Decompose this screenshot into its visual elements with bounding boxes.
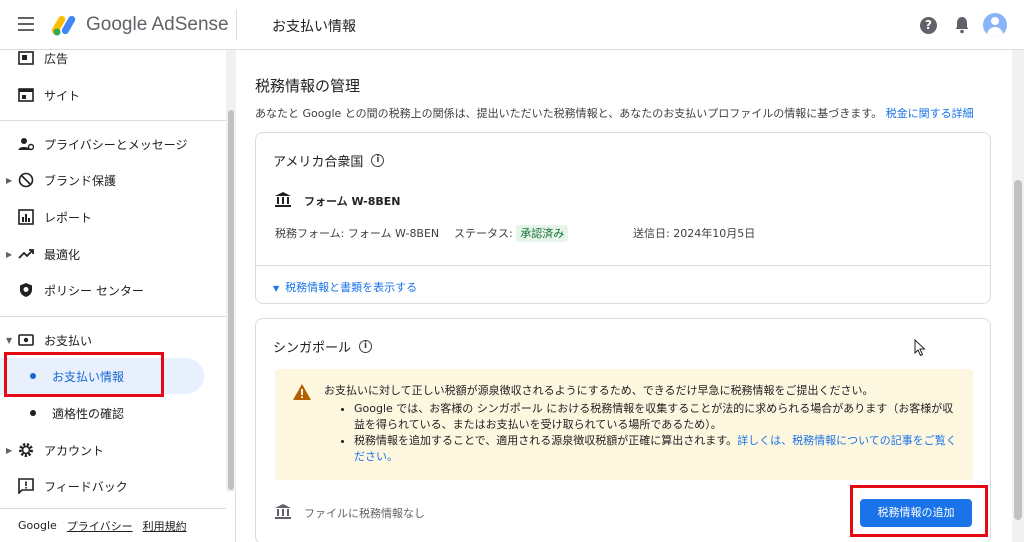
sent-date: 送信日: 2024年10月5日 — [633, 227, 756, 240]
tax-form-label: 税務フォーム: フォーム W-8BEN — [275, 227, 440, 240]
bullet-dot-icon — [30, 410, 36, 416]
policy-icon — [20, 283, 32, 297]
header-divider — [236, 10, 237, 40]
show-tax-docs-label: 税務情報と書類を表示する — [285, 281, 418, 294]
help-icon[interactable]: ? — [920, 17, 937, 34]
app-title[interactable]: Google AdSense — [86, 14, 229, 36]
site-icon — [18, 88, 34, 102]
status-field: ステータス: 承認済み — [454, 225, 569, 242]
sidebar-item-label: フィードバック — [44, 479, 128, 494]
status-badge: 承認済み — [516, 225, 569, 242]
section-description: あなたと Google との間の税務上の関係は、提出いただいた税務情報と、あなた… — [255, 105, 974, 121]
sidebar-item-label: サイト — [44, 88, 81, 103]
privacy-icon — [18, 138, 34, 151]
account-avatar[interactable] — [983, 13, 1007, 37]
sidebar-divider — [0, 316, 226, 317]
adsense-logo-icon — [52, 15, 76, 36]
sidebar-item-account[interactable]: ▶ アカウント — [0, 432, 226, 468]
caret-right-icon[interactable]: ▶ — [6, 176, 12, 185]
sidebar-item-optimization[interactable]: ▶ 最適化 — [0, 236, 226, 272]
sidebar-item-feedback[interactable]: フィードバック — [0, 468, 226, 504]
show-tax-docs-link[interactable]: ▼ 税務情報と書類を表示する — [273, 279, 417, 295]
sidebar-item-label: 広告 — [44, 51, 69, 66]
main-scrollbar-thumb[interactable] — [1014, 180, 1022, 520]
caret-right-icon[interactable]: ▶ — [6, 446, 12, 455]
sidebar-item-label: 適格性の確認 — [52, 406, 125, 421]
warning-icon — [293, 384, 311, 400]
highlight-box-add-button — [850, 485, 988, 537]
notifications-icon[interactable] — [954, 16, 970, 34]
report-icon — [18, 209, 34, 225]
info-icon[interactable]: i — [371, 154, 385, 167]
card-header: アメリカ合衆国 i — [273, 151, 385, 170]
caret-down-icon[interactable]: ▼ — [6, 336, 12, 345]
warning-banner: お支払いに対して正しい税額が源泉徴収されるようにするため、できるだけ早急に税務情… — [275, 369, 973, 480]
warning-bullet: 税務情報を追加することで、適用される源泉徴収税額が正確に算出されます。詳しくは、… — [354, 433, 964, 465]
gear-icon — [19, 443, 33, 457]
mouse-cursor-icon — [914, 339, 926, 357]
sidebar-item-reports[interactable]: レポート — [0, 199, 226, 235]
status-label: ステータス: — [454, 227, 513, 240]
top-app-bar: Google AdSense お支払い情報 ? — [0, 0, 1024, 50]
sidebar-item-ads[interactable]: 広告 — [0, 50, 226, 76]
sidebar: 広告 サイト プライバシーとメッセージ ▶ ブランド保護 レポート ▶ 最適化 … — [0, 50, 236, 542]
caret-right-icon[interactable]: ▶ — [6, 250, 12, 259]
sidebar-scrollbar-thumb[interactable] — [228, 110, 234, 490]
trend-icon — [18, 249, 34, 259]
form-name: フォーム W-8BEN — [304, 195, 401, 208]
sidebar-item-eligibility[interactable]: 適格性の確認 — [0, 395, 226, 431]
us-tax-card: アメリカ合衆国 i フォーム W-8BEN 税務フォーム: フォーム W-8BE… — [255, 132, 991, 304]
warning-text: お支払いに対して正しい税額が源泉徴収されるようにするため、できるだけ早急に税務情… — [324, 383, 964, 465]
terms-link[interactable]: 利用規約 — [143, 518, 187, 534]
sidebar-divider — [0, 120, 226, 121]
card-divider — [256, 265, 990, 266]
privacy-link[interactable]: プライバシー — [67, 518, 133, 534]
card-title: アメリカ合衆国 — [273, 155, 364, 170]
sidebar-item-policy-center[interactable]: ポリシー センター — [0, 272, 226, 308]
highlight-box-payment-info — [4, 352, 164, 397]
card-title: シンガポール — [273, 341, 352, 356]
sidebar-item-label: アカウント — [44, 443, 105, 458]
payment-icon — [18, 334, 34, 346]
section-title: 税務情報の管理 — [255, 77, 361, 95]
page-title: お支払い情報 — [272, 19, 356, 35]
tax-details-link[interactable]: 税金に関する詳細 — [886, 107, 974, 120]
sidebar-item-label: ポリシー センター — [44, 283, 144, 298]
sidebar-item-sites[interactable]: サイト — [0, 77, 226, 113]
menu-icon[interactable] — [18, 17, 34, 31]
footer-brand: Google — [18, 519, 57, 532]
bank-icon — [275, 192, 291, 207]
caret-down-icon: ▼ — [273, 284, 280, 293]
sidebar-item-label: レポート — [44, 210, 93, 225]
feedback-icon — [18, 478, 34, 494]
warning-bullet-text: 税務情報を追加することで、適用される源泉徴収税額が正確に算出されます。 — [354, 434, 738, 447]
sidebar-item-brand-protection[interactable]: ▶ ブランド保護 — [0, 162, 226, 198]
sidebar-item-label: プライバシーとメッセージ — [44, 137, 188, 152]
sidebar-item-privacy[interactable]: プライバシーとメッセージ — [0, 126, 226, 162]
sidebar-item-label: 最適化 — [44, 247, 81, 262]
warning-main: お支払いに対して正しい税額が源泉徴収されるようにするため、できるだけ早急に税務情… — [324, 384, 874, 397]
sidebar-item-label: ブランド保護 — [44, 173, 117, 188]
block-icon — [18, 172, 34, 188]
bank-icon — [275, 504, 291, 519]
sidebar-footer: Google プライバシー 利用規約 — [0, 508, 226, 542]
no-tax-info-text: ファイルに税務情報なし — [304, 507, 425, 520]
ad-icon — [18, 51, 34, 65]
card-header: シンガポール i — [273, 337, 373, 356]
main-content: 税務情報の管理 あなたと Google との間の税務上の関係は、提出いただいた税… — [237, 50, 1010, 542]
warning-bullet: Google では、お客様の シンガポール における税務情報を収集することが法的… — [354, 401, 964, 433]
sidebar-item-label: お支払い — [44, 333, 93, 348]
info-icon[interactable]: i — [359, 340, 373, 353]
description-text: あなたと Google との間の税務上の関係は、提出いただいた税務情報と、あなた… — [255, 107, 883, 120]
